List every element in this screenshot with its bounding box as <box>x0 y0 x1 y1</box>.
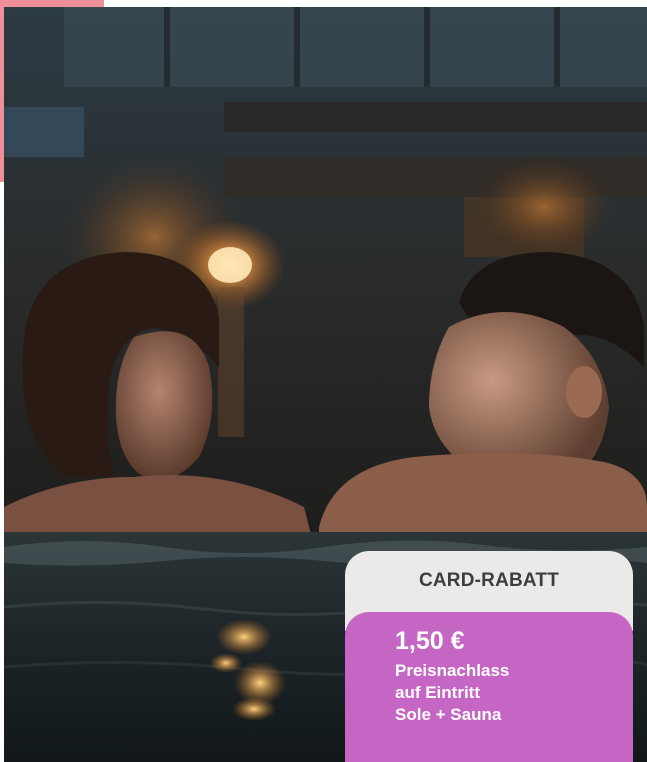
discount-card: CARD-RABATT 1,50 € Preisnachlass auf Ein… <box>345 551 633 762</box>
discount-line: Preisnachlass <box>395 661 510 680</box>
discount-line: Sole + Sauna <box>395 705 502 724</box>
card-body: 1,50 € Preisnachlass auf Eintritt Sole +… <box>345 612 633 762</box>
page-frame: CARD-RABATT 1,50 € Preisnachlass auf Ein… <box>0 0 647 762</box>
discount-price: 1,50 € <box>395 627 465 655</box>
discount-line: auf Eintritt <box>395 683 480 702</box>
